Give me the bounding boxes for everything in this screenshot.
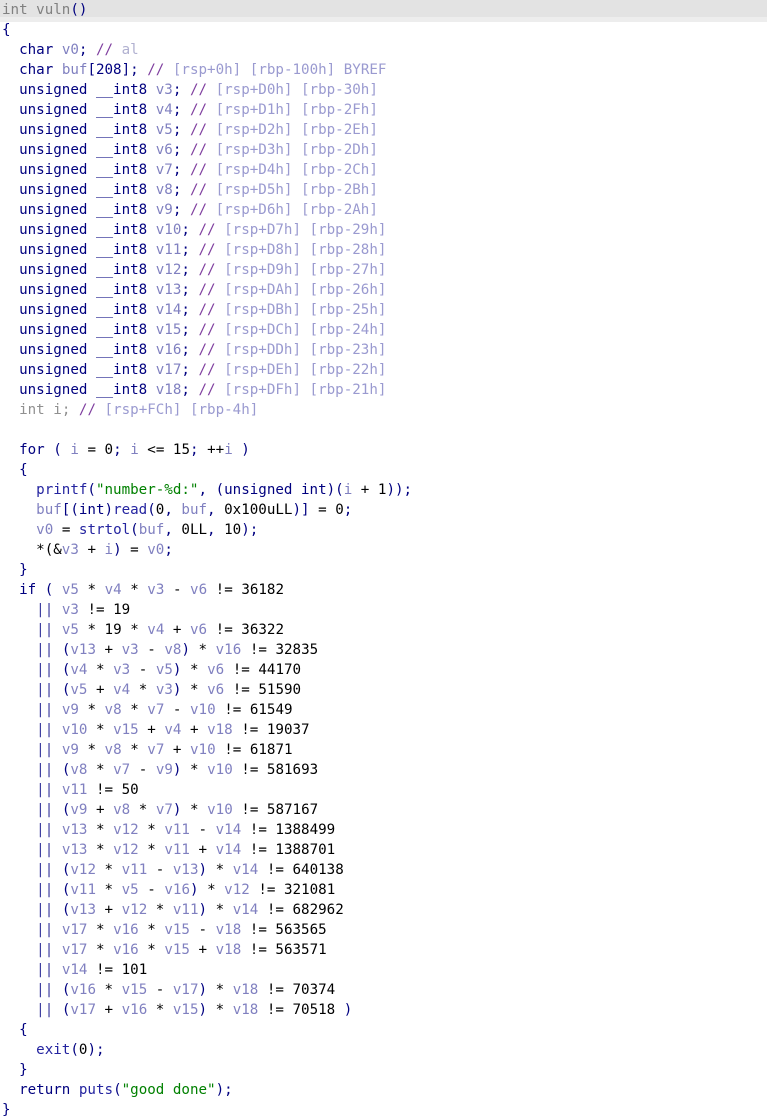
- if-condition-21[interactable]: || (v17 + v16 * v15) * v18 != 70518 ): [0, 1000, 767, 1020]
- if-condition-0[interactable]: if ( v5 * v4 * v3 - v6 != 36182: [0, 580, 767, 600]
- if-condition-4[interactable]: || (v4 * v3 - v5) * v6 != 44170: [0, 660, 767, 680]
- for-close-brace: }: [19, 562, 28, 578]
- if-condition-14[interactable]: || (v12 * v11 - v13) * v14 != 640138: [0, 860, 767, 880]
- if-condition-11[interactable]: || (v9 + v8 * v7) * v10 != 587167: [0, 800, 767, 820]
- if-condition-19[interactable]: || v14 != 101: [0, 960, 767, 980]
- stmt-strtol[interactable]: v0 = strtol(buf, 0LL, 10);: [0, 520, 767, 540]
- declaration-v17: unsigned __int8 v17; // [rsp+DEh] [rbp-2…: [19, 362, 387, 378]
- declaration-v14: unsigned __int8 v14; // [rsp+DBh] [rbp-2…: [19, 302, 387, 318]
- declaration-v16: unsigned __int8 v16; // [rsp+DDh] [rbp-2…: [19, 342, 387, 358]
- if-condition-6[interactable]: || v9 * v8 * v7 - v10 != 61549: [0, 700, 767, 720]
- function-close-brace: }: [2, 1102, 11, 1118]
- if-condition-12[interactable]: || v13 * v12 * v11 - v14 != 1388499: [0, 820, 767, 840]
- declaration-v8: unsigned __int8 v8; // [rsp+D5h] [rbp-2B…: [19, 182, 378, 198]
- function-header: int vuln(): [2, 2, 88, 18]
- if-condition-15[interactable]: || (v11 * v5 - v16) * v12 != 321081: [0, 880, 767, 900]
- declaration-v10: unsigned __int8 v10; // [rsp+D7h] [rbp-2…: [19, 222, 387, 238]
- stmt-printf[interactable]: printf("number-%d:", (unsigned int)(i + …: [0, 480, 767, 500]
- declaration-v13: unsigned __int8 v13; // [rsp+DAh] [rbp-2…: [19, 282, 387, 298]
- stmt-exit[interactable]: exit(0);: [0, 1040, 767, 1060]
- declaration-v5: unsigned __int8 v5; // [rsp+D2h] [rbp-2E…: [19, 122, 378, 138]
- if-condition-13[interactable]: || v13 * v12 * v11 + v14 != 1388701: [0, 840, 767, 860]
- stmt-store[interactable]: *(&v3 + i) = v0;: [0, 540, 767, 560]
- if-condition-20[interactable]: || (v16 * v15 - v17) * v18 != 70374: [0, 980, 767, 1000]
- declaration-v9: unsigned __int8 v9; // [rsp+D6h] [rbp-2A…: [19, 202, 378, 218]
- if-condition-17[interactable]: || v17 * v16 * v15 - v18 != 563565: [0, 920, 767, 940]
- if-open-brace: {: [19, 1022, 28, 1038]
- if-condition-2[interactable]: || v5 * 19 * v4 + v6 != 36322: [0, 620, 767, 640]
- if-condition-1[interactable]: || v3 != 19: [0, 600, 767, 620]
- if-condition-10[interactable]: || v11 != 50: [0, 780, 767, 800]
- if-condition-18[interactable]: || v17 * v16 * v15 + v18 != 563571: [0, 940, 767, 960]
- for-loop-header[interactable]: for ( i = 0; i <= 15; ++i ): [0, 440, 767, 460]
- if-condition-3[interactable]: || (v13 + v3 - v8) * v16 != 32835: [0, 640, 767, 660]
- if-condition-5[interactable]: || (v5 + v4 * v3) * v6 != 51590: [0, 680, 767, 700]
- if-condition-9[interactable]: || (v8 * v7 - v9) * v10 != 581693: [0, 760, 767, 780]
- declaration-v6: unsigned __int8 v6; // [rsp+D3h] [rbp-2D…: [19, 142, 378, 158]
- declaration-v15: unsigned __int8 v15; // [rsp+DCh] [rbp-2…: [19, 322, 387, 338]
- if-close-brace: }: [19, 1062, 28, 1078]
- stmt-return[interactable]: return puts("good done");: [0, 1080, 767, 1100]
- pseudocode-view[interactable]: int vuln() { char v0; // al char buf[208]…: [0, 0, 767, 1118]
- stmt-read[interactable]: buf[(int)read(0, buf, 0x100uLL)] = 0;: [0, 500, 767, 520]
- declaration-v3: unsigned __int8 v3; // [rsp+D0h] [rbp-30…: [19, 82, 378, 98]
- declaration-buf: char buf[208]; // [rsp+0h] [rbp-100h] BY…: [19, 62, 387, 78]
- declaration-v18: unsigned __int8 v18; // [rsp+DFh] [rbp-2…: [19, 382, 387, 398]
- declaration-v0: char v0; // al: [19, 42, 139, 58]
- if-condition-7[interactable]: || v10 * v15 + v4 + v18 != 19037: [0, 720, 767, 740]
- declaration-v12: unsigned __int8 v12; // [rsp+D9h] [rbp-2…: [19, 262, 387, 278]
- function-open-brace: {: [2, 22, 11, 38]
- if-condition-16[interactable]: || (v13 + v12 * v11) * v14 != 682962: [0, 900, 767, 920]
- code-body[interactable]: int vuln() { char v0; // al char buf[208]…: [0, 0, 767, 1120]
- declaration-v11: unsigned __int8 v11; // [rsp+D8h] [rbp-2…: [19, 242, 387, 258]
- declaration-v4: unsigned __int8 v4; // [rsp+D1h] [rbp-2F…: [19, 102, 378, 118]
- declaration-v7: unsigned __int8 v7; // [rsp+D4h] [rbp-2C…: [19, 162, 378, 178]
- declaration-i: int i; // [rsp+FCh] [rbp-4h]: [19, 402, 259, 418]
- if-condition-8[interactable]: || v9 * v8 * v7 + v10 != 61871: [0, 740, 767, 760]
- for-open-brace: {: [19, 462, 28, 478]
